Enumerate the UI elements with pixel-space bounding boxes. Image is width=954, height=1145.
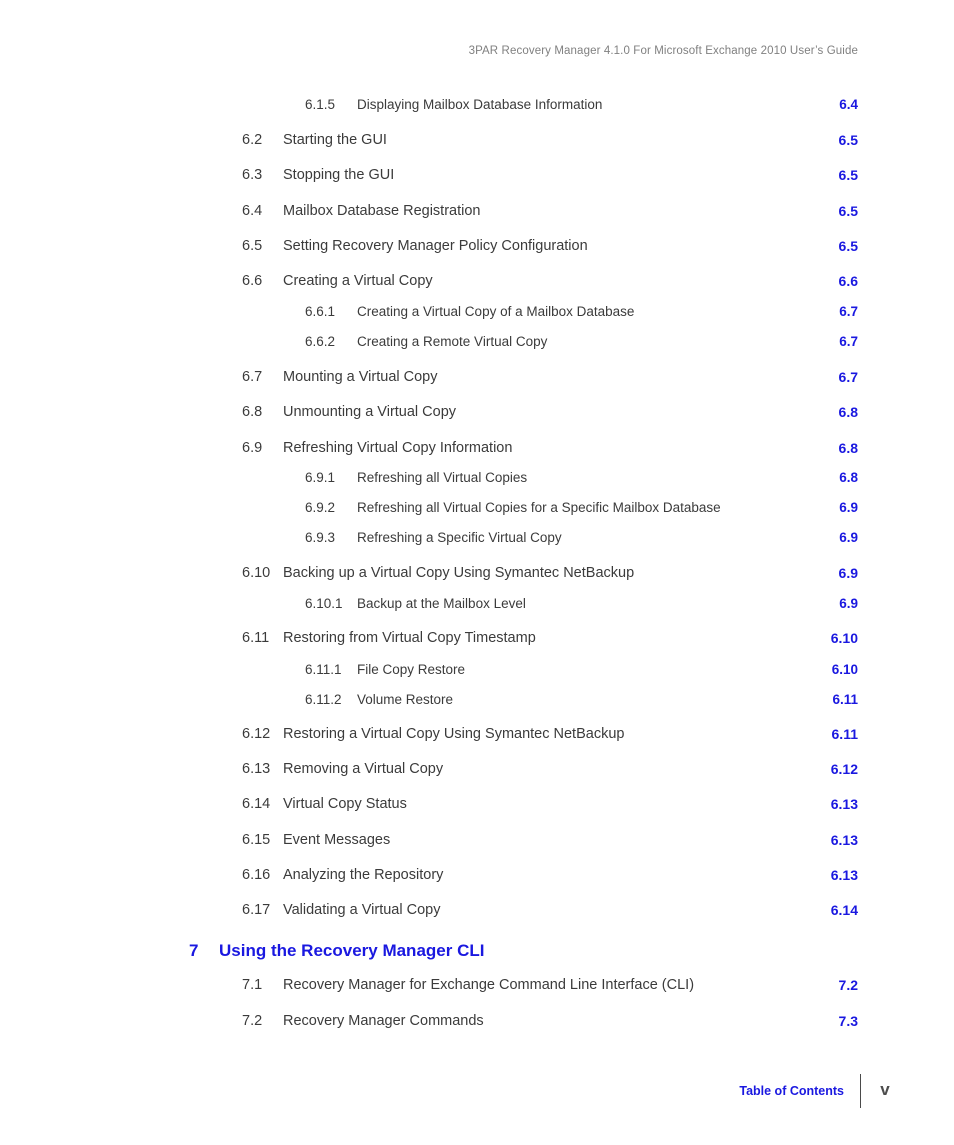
toc-entry-page-number: 6.11 — [831, 726, 858, 742]
toc-entry-page-number: 6.9 — [838, 565, 858, 581]
toc-entry-page-number: 6.9 — [839, 500, 858, 515]
running-header: 3PAR Recovery Manager 4.1.0 For Microsof… — [468, 45, 858, 57]
toc-entry-page-number: 6.5 — [838, 167, 858, 183]
toc-entry-page-number: 6.4 — [839, 97, 858, 112]
footer-page-number: v — [880, 1080, 890, 1099]
toc-entry-page-number: 6.12 — [830, 761, 858, 777]
toc-entry-page-number: 7.2 — [838, 977, 858, 993]
toc-entry-page-number: 6.11 — [832, 692, 858, 707]
toc-entry-page-number: 6.7 — [839, 304, 858, 319]
toc-entry-page-number: 6.8 — [838, 440, 858, 456]
toc-entry-page-number: 6.7 — [839, 334, 858, 349]
toc-entry-number: 7 — [189, 941, 199, 960]
toc-entry-label: Using the Recovery Manager CLI — [219, 941, 485, 960]
document-page: 3PAR Recovery Manager 4.1.0 For Microsof… — [0, 0, 954, 1145]
toc-entry-page-number: 6.7 — [838, 369, 858, 385]
toc-entry-page-number: 6.5 — [838, 132, 858, 148]
toc-entry-page-number: 6.13 — [830, 832, 858, 848]
page-footer: Table of Contents v — [0, 1074, 954, 1118]
toc-entry-page-number: 6.14 — [830, 902, 858, 918]
toc-entry-page-number: 6.10 — [830, 630, 858, 646]
toc-entry-page-number: 6.6 — [838, 273, 858, 289]
toc-entry-page-number: 6.5 — [838, 203, 858, 219]
toc-entry-page-number: 6.10 — [831, 662, 858, 677]
toc-entry-page-number: 6.13 — [830, 796, 858, 812]
toc-entry-page-number: 6.8 — [839, 470, 858, 485]
toc-entry-page-number: 7.3 — [838, 1013, 858, 1029]
toc-entry-page-number: 6.9 — [839, 596, 858, 611]
footer-section-label: Table of Contents — [739, 1084, 844, 1098]
toc-entry-page-number: 6.13 — [830, 867, 858, 883]
toc-entry-page-number: 6.8 — [838, 404, 858, 420]
toc-entry-page-number: 6.9 — [839, 530, 858, 545]
footer-divider — [860, 1074, 861, 1108]
toc-entry-page-number: 6.5 — [838, 238, 858, 254]
